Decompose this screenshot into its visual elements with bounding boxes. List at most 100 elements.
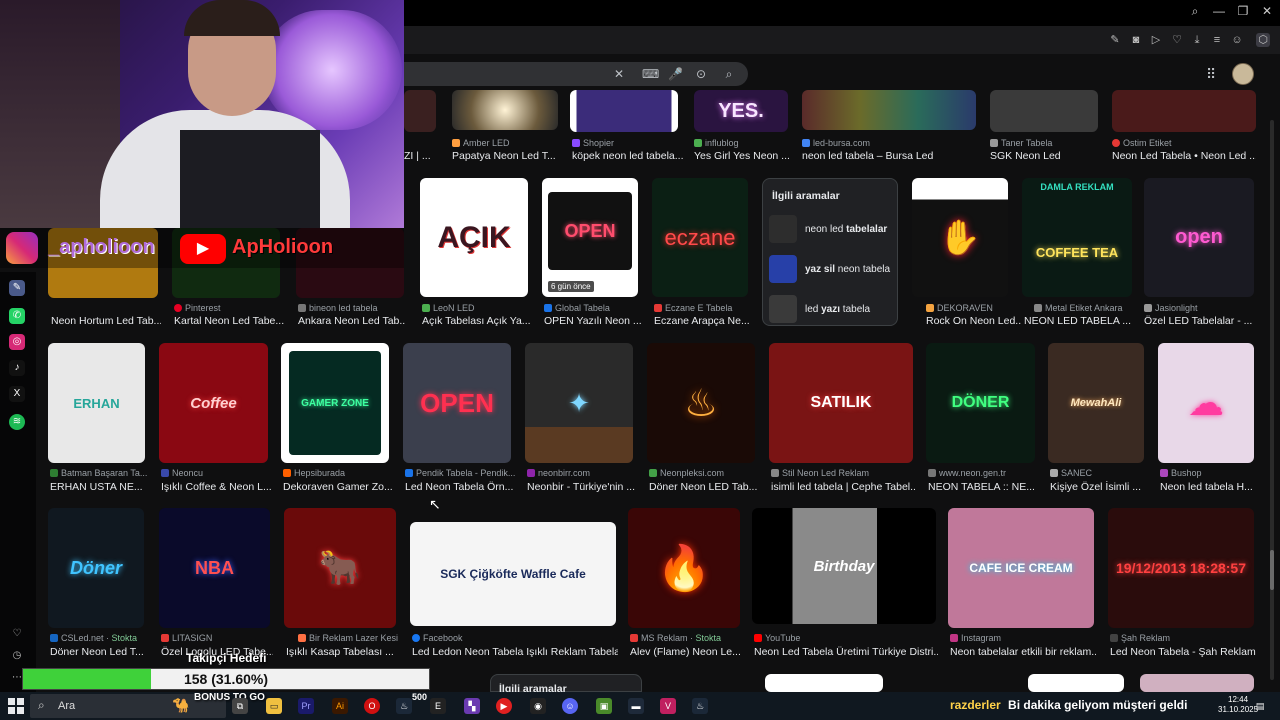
lens-icon[interactable]: ⊙ xyxy=(694,67,708,81)
premiere-icon[interactable]: Pr xyxy=(298,698,314,714)
related-search-item[interactable]: yaz sil neon tabela xyxy=(769,255,893,285)
result-thumbnail[interactable] xyxy=(1140,674,1254,692)
result-thumbnail[interactable]: AÇIK xyxy=(420,178,528,297)
spotify-icon[interactable]: ≋ xyxy=(9,414,25,430)
related-search-item[interactable]: led yazı tabela xyxy=(769,295,893,325)
result-thumbnail[interactable]: ☁ xyxy=(1158,343,1254,463)
result-thumbnail[interactable]: NBA xyxy=(159,508,270,628)
scrollbar-thumb[interactable] xyxy=(1270,550,1274,590)
result-title[interactable]: Döner Neon LED Tab... xyxy=(649,481,759,493)
discord-icon[interactable]: ☺ xyxy=(562,698,578,714)
result-title[interactable]: isimli led tabela | Cephe Tabel... xyxy=(771,481,915,493)
result-thumbnail[interactable]: SGK Çiğköfte Waffle Cafe xyxy=(410,522,616,626)
result-title[interactable]: Özel LED Tabelalar - ... xyxy=(1144,315,1254,327)
file-explorer-icon[interactable]: ▭ xyxy=(266,698,282,714)
edit-icon[interactable]: ✎ xyxy=(1108,33,1122,47)
result-thumbnail[interactable] xyxy=(765,674,883,692)
keyboard-icon[interactable]: ⌨ xyxy=(642,67,659,81)
notification-icon[interactable]: ▤ xyxy=(1252,698,1268,714)
related-search-label[interactable]: neon led tabelalar xyxy=(805,224,887,235)
result-thumbnail[interactable] xyxy=(802,90,976,130)
result-thumbnail[interactable] xyxy=(452,90,558,130)
result-thumbnail[interactable]: eczane xyxy=(652,178,748,297)
result-thumbnail[interactable] xyxy=(1028,674,1124,692)
steam-app-icon[interactable]: ♨ xyxy=(692,698,708,714)
result-title[interactable]: Led Ledon Neon Tabela Işıklı Reklam Tabe… xyxy=(412,646,618,658)
minecraft-icon[interactable]: ▣ xyxy=(596,698,612,714)
result-thumbnail[interactable]: ✋ xyxy=(912,178,1008,297)
tiktok-icon[interactable]: ♪ xyxy=(9,360,25,376)
result-title[interactable]: Neon Led Tabela Üretimi Türkiye Distri..… xyxy=(754,646,938,658)
result-thumbnail[interactable]: open xyxy=(1144,178,1254,297)
minimize-button[interactable]: — xyxy=(1208,4,1230,18)
epic-games-icon[interactable]: E xyxy=(430,698,446,714)
task-view-icon[interactable]: ⧉ xyxy=(232,698,248,714)
result-title[interactable]: Led Neon Tabela Örn... xyxy=(405,481,515,493)
windows-start-icon[interactable] xyxy=(8,698,24,714)
apps-grid-icon[interactable]: ⠿ xyxy=(1206,66,1216,83)
extension-icon[interactable]: ⬡ xyxy=(1256,33,1270,47)
twitch-icon[interactable]: ▚ xyxy=(464,698,480,714)
obs-icon[interactable]: ◉ xyxy=(530,698,546,714)
x-icon[interactable]: X xyxy=(9,386,25,402)
result-title[interactable]: NEON TABELA :: NE... xyxy=(928,481,1038,493)
result-title[interactable]: Dekoraven Gamer Zo... xyxy=(283,481,393,493)
mic-icon[interactable]: 🎤 xyxy=(668,67,683,81)
result-title[interactable]: OPEN Yazılı Neon ... xyxy=(544,315,644,327)
result-title[interactable]: Alev (Flame) Neon Le... xyxy=(630,646,742,658)
scrollbar[interactable] xyxy=(1270,120,1274,680)
maximize-button[interactable]: ❐ xyxy=(1232,4,1254,18)
result-title[interactable]: Neonbir - Türkiye'nin ... xyxy=(527,481,637,493)
youtube-icon[interactable]: ▶ xyxy=(496,698,512,714)
result-title[interactable]: SGK Neon Led xyxy=(990,150,1100,162)
search-icon[interactable]: ⌕ xyxy=(1184,4,1206,19)
heart-icon[interactable]: ♡ xyxy=(9,626,25,642)
result-title[interactable]: Rock On Neon Led... xyxy=(926,315,1022,327)
result-title[interactable]: NEON LED TABELA ... xyxy=(1024,315,1136,327)
app-icon[interactable]: ✎ xyxy=(9,280,25,296)
result-thumbnail[interactable]: SATILIK xyxy=(769,343,913,463)
result-thumbnail[interactable]: ♨ xyxy=(647,343,755,463)
result-thumbnail[interactable]: Döner xyxy=(48,508,144,628)
result-thumbnail[interactable]: 19/12/2013 18:28:57 xyxy=(1108,508,1254,628)
camera-icon[interactable]: ◙ xyxy=(1129,33,1143,47)
result-thumbnail[interactable]: ✦ xyxy=(525,343,633,463)
clear-search-icon[interactable]: ✕ xyxy=(612,67,626,81)
related-search-item[interactable]: neon led tabelalar xyxy=(769,215,893,245)
play-icon[interactable]: ▷ xyxy=(1149,33,1163,47)
result-thumbnail[interactable]: ERHAN xyxy=(48,343,145,463)
result-title[interactable]: Neon Led Tabela • Neon Led ... xyxy=(1112,150,1256,162)
result-title[interactable]: Led Neon Tabela - Şah Reklam xyxy=(1110,646,1256,658)
terminal-icon[interactable]: ▬ xyxy=(628,698,644,714)
result-title[interactable]: ERHAN USTA NE... xyxy=(50,481,150,493)
illustrator-icon[interactable]: Ai xyxy=(332,698,348,714)
result-title[interactable]: köpek neon led tabela... xyxy=(572,150,684,162)
related-search-label[interactable]: yaz sil neon tabela xyxy=(805,264,890,275)
result-title[interactable]: Kartal Neon Led Tabe... xyxy=(174,315,286,327)
result-thumbnail[interactable]: Coffee xyxy=(159,343,268,463)
result-title[interactable]: Neon Hortum Led Tab... xyxy=(51,315,161,327)
result-thumbnail[interactable]: Birthday xyxy=(752,508,936,624)
menu-icon[interactable]: ≡ xyxy=(1210,33,1224,47)
result-title[interactable]: Papatya Neon Led T... xyxy=(452,150,562,162)
result-thumbnail[interactable]: 🐂 xyxy=(284,508,396,628)
result-thumbnail[interactable]: 🔥 xyxy=(628,508,740,628)
whatsapp-icon[interactable]: ✆ xyxy=(9,308,25,324)
related-search-label[interactable]: led yazı tabela xyxy=(805,304,870,315)
download-icon[interactable]: ⤓ xyxy=(1190,33,1204,47)
app-icon[interactable]: V xyxy=(660,698,676,714)
result-title[interactable]: Yes Girl Yes Neon ... xyxy=(694,150,790,162)
result-title[interactable]: neon led tabela – Bursa Led xyxy=(802,150,978,162)
result-title[interactable]: Kişiye Özel İsimli ... xyxy=(1050,481,1150,493)
opera-icon[interactable]: O xyxy=(364,698,380,714)
instagram-icon[interactable]: ◎ xyxy=(9,334,25,350)
result-title[interactable]: Açık Tabelası Açık Ya... xyxy=(422,315,532,327)
result-title[interactable]: Işıklı Kasap Tabelası ... xyxy=(286,646,398,658)
close-button[interactable]: ✕ xyxy=(1256,4,1278,18)
result-title[interactable]: ZI | ... xyxy=(404,150,436,162)
result-thumbnail[interactable] xyxy=(990,90,1098,132)
result-title[interactable]: Neon led tabela H... xyxy=(1160,481,1256,493)
result-title[interactable]: Döner Neon Led T... xyxy=(50,646,150,658)
result-thumbnail[interactable]: MewahAli xyxy=(1048,343,1144,463)
result-title[interactable]: Ankara Neon Led Tab... xyxy=(298,315,406,327)
